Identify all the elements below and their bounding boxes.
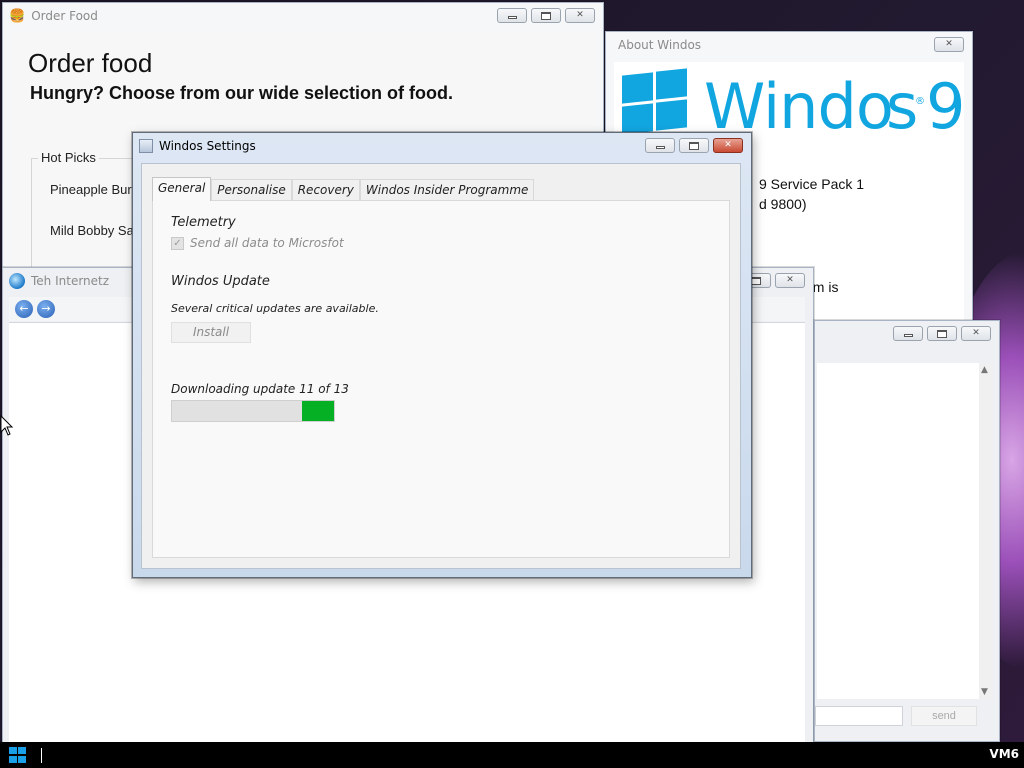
install-button[interactable]: Install bbox=[171, 322, 251, 343]
scroll-up-icon[interactable]: ▲ bbox=[981, 365, 988, 375]
globe-icon bbox=[9, 273, 25, 289]
desktop: 🍔 Order Food ✕ Order food Hungry? Choose… bbox=[0, 0, 1024, 742]
settings-window[interactable]: Windos Settings ✕ General Personalise Re… bbox=[132, 132, 752, 578]
minimize-button[interactable] bbox=[893, 326, 923, 341]
group-label: Hot Picks bbox=[38, 150, 99, 165]
mouse-pointer-icon bbox=[0, 415, 14, 436]
order-food-titlebar[interactable]: 🍔 Order Food ✕ bbox=[3, 3, 603, 29]
settings-content: General Personalise Recovery Windos Insi… bbox=[141, 163, 741, 569]
windows-logo-icon bbox=[622, 68, 688, 135]
chat-titlebar[interactable]: ✕ bbox=[815, 321, 999, 347]
download-status-text: Downloading update 11 of 13 bbox=[171, 382, 349, 396]
close-button[interactable]: ✕ bbox=[713, 138, 743, 153]
window-title: About Windos bbox=[618, 38, 702, 52]
tab-recovery[interactable]: Recovery bbox=[291, 179, 360, 200]
maximize-icon bbox=[689, 141, 699, 150]
forward-button[interactable]: → bbox=[37, 300, 55, 318]
minimize-icon bbox=[655, 146, 665, 149]
chat-window[interactable]: ✕ ▲ ▼ send bbox=[814, 320, 1000, 742]
telemetry-heading: Telemetry bbox=[171, 215, 236, 230]
tab-windos-insider-programme[interactable]: Windos Insider Programme bbox=[359, 179, 535, 200]
close-icon: ✕ bbox=[576, 10, 584, 20]
chat-input[interactable] bbox=[815, 706, 903, 726]
update-status-text: Several critical updates are available. bbox=[171, 302, 379, 315]
close-icon: ✕ bbox=[786, 275, 794, 285]
close-button[interactable]: ✕ bbox=[565, 8, 595, 23]
close-button[interactable]: ✕ bbox=[961, 326, 991, 341]
settings-tabs: General Personalise Recovery Windos Insi… bbox=[152, 177, 535, 201]
maximize-icon bbox=[751, 276, 761, 285]
telemetry-checkbox-label: Send all data to Microsfot bbox=[190, 236, 344, 250]
about-version-line: 9 Service Pack 1 bbox=[759, 176, 865, 192]
close-button[interactable]: ✕ bbox=[934, 37, 964, 52]
product-version: 9 bbox=[926, 70, 966, 143]
start-button[interactable] bbox=[9, 747, 26, 763]
text-cursor bbox=[41, 748, 42, 763]
settings-window-icon bbox=[139, 139, 153, 153]
back-button[interactable]: ← bbox=[15, 300, 33, 318]
update-heading: Windos Update bbox=[171, 274, 270, 289]
tab-general[interactable]: General bbox=[152, 177, 212, 201]
download-progress-bar bbox=[171, 400, 335, 422]
minimize-icon bbox=[903, 334, 913, 337]
telemetry-checkbox[interactable]: ✓ bbox=[171, 237, 184, 250]
download-progress-fill bbox=[301, 401, 334, 421]
window-title: Teh Internetz bbox=[31, 274, 110, 288]
burger-icon: 🍔 bbox=[9, 8, 26, 24]
scroll-down-icon[interactable]: ▼ bbox=[981, 687, 988, 697]
settings-titlebar[interactable]: Windos Settings ✕ bbox=[133, 133, 751, 159]
about-titlebar[interactable]: About Windos ✕ bbox=[606, 32, 972, 58]
registered-mark: ® bbox=[915, 96, 925, 107]
page-subtitle: Hungry? Choose from our wide selection o… bbox=[30, 83, 454, 103]
maximize-button[interactable] bbox=[531, 8, 561, 23]
vm-label: VM6 bbox=[989, 747, 1019, 761]
food-item-pineapple-burger[interactable]: Pineapple Burg bbox=[50, 182, 139, 197]
maximize-icon bbox=[541, 11, 551, 20]
close-icon: ✕ bbox=[945, 39, 953, 49]
tab-personalise[interactable]: Personalise bbox=[211, 179, 292, 200]
window-title: Windos Settings bbox=[159, 139, 256, 153]
minimize-button[interactable] bbox=[645, 138, 675, 153]
about-build-line: d 9800) bbox=[759, 196, 807, 212]
close-button[interactable]: ✕ bbox=[775, 273, 805, 288]
maximize-button[interactable] bbox=[927, 326, 957, 341]
product-name-tail: s bbox=[886, 70, 919, 143]
arrow-right-icon: → bbox=[41, 302, 51, 315]
scrollbar[interactable]: ▲ ▼ bbox=[979, 363, 993, 699]
minimize-button[interactable] bbox=[497, 8, 527, 23]
taskbar: VM6 bbox=[0, 742, 1024, 768]
chat-log[interactable] bbox=[817, 363, 979, 699]
food-item-mild-bobby-sauce[interactable]: Mild Bobby Sau bbox=[50, 223, 141, 238]
minimize-icon bbox=[507, 16, 517, 19]
checkmark-icon: ✓ bbox=[173, 238, 182, 249]
close-icon: ✕ bbox=[724, 140, 732, 150]
maximize-button[interactable] bbox=[679, 138, 709, 153]
close-icon: ✕ bbox=[972, 328, 980, 338]
send-button[interactable]: send bbox=[911, 706, 977, 726]
general-tab-panel: Telemetry ✓ Send all data to Microsfot W… bbox=[152, 200, 730, 558]
maximize-icon bbox=[937, 329, 947, 338]
window-title: Order Food bbox=[31, 9, 98, 23]
arrow-left-icon: ← bbox=[19, 302, 29, 315]
page-title: Order food bbox=[28, 48, 153, 78]
